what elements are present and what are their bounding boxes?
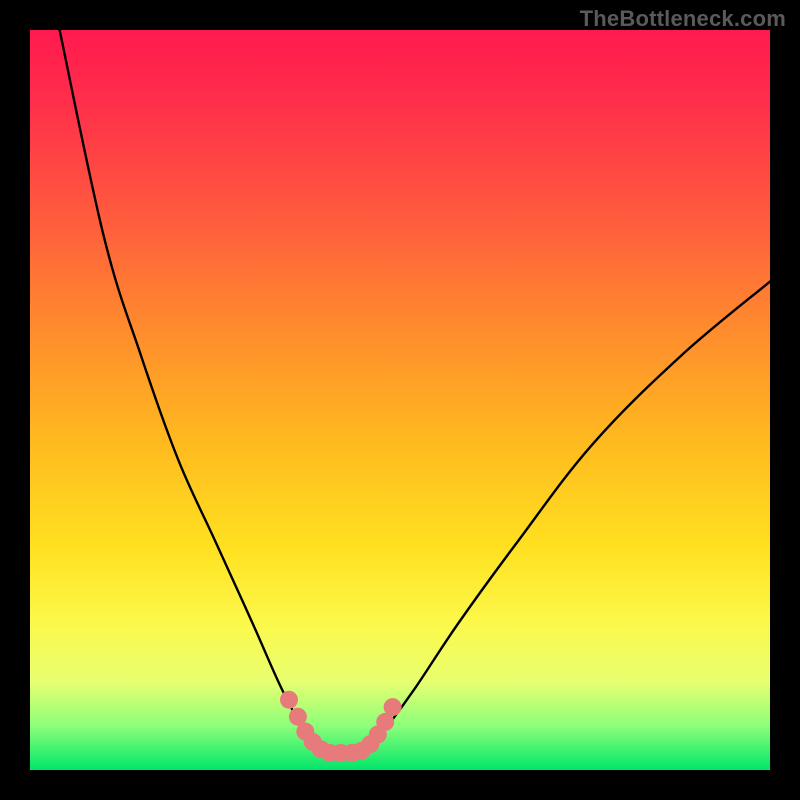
curve-right-branch <box>367 282 770 752</box>
chart-svg <box>30 30 770 770</box>
marker-group <box>280 691 402 762</box>
curve-group <box>60 30 770 753</box>
highlight-dot <box>384 698 402 716</box>
highlight-dot <box>280 691 298 709</box>
chart-frame: TheBottleneck.com <box>0 0 800 800</box>
curve-left-branch <box>60 30 323 752</box>
watermark-text: TheBottleneck.com <box>580 6 786 32</box>
